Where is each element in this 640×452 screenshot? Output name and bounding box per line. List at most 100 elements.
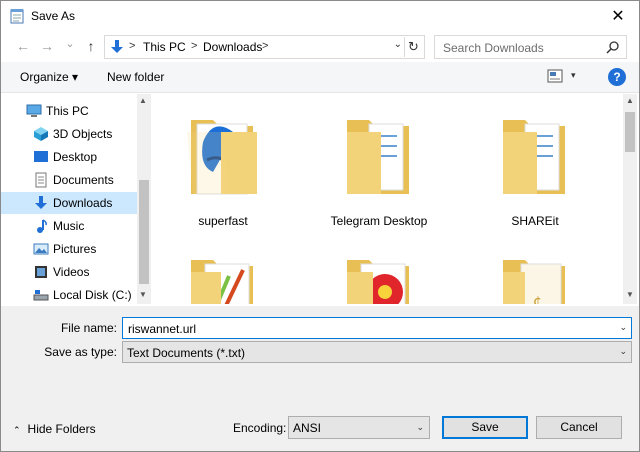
refresh-icon[interactable]: ↻ [404, 37, 422, 57]
computer-icon [26, 104, 42, 117]
search-icon [606, 41, 619, 54]
chevron-down-icon[interactable]: ⌄ [619, 346, 627, 357]
address-bar[interactable]: > This PC > Downloads > ⌄ ↻ [104, 35, 425, 59]
folder-icon [503, 120, 565, 194]
sidebar-item-videos[interactable]: Videos [1, 261, 137, 283]
breadcrumb-this-pc[interactable]: This PC [143, 40, 186, 54]
up-icon[interactable]: ↑ [82, 38, 100, 54]
hide-folders-label: Hide Folders [27, 422, 96, 436]
sidebar-item-label: This PC [46, 104, 89, 118]
folder-item[interactable] [153, 234, 293, 304]
breadcrumb-downloads[interactable]: Downloads [203, 40, 262, 54]
sidebar-item-label: Desktop [53, 150, 98, 164]
cancel-button[interactable]: Cancel [536, 416, 622, 439]
folder-label: Telegram Desktop [330, 214, 428, 228]
folder-icon [187, 120, 257, 195]
address-row: ← → ⌄ ↑ > This PC > Downloads > ⌄ ↻ Sear… [1, 32, 639, 60]
save-as-dialog: Save As ✕ ← → ⌄ ↑ > This PC > Downloads … [0, 0, 640, 452]
encoding-label: Encoding: [233, 421, 287, 435]
sidebar-item-label: Documents [53, 173, 114, 187]
encoding-select[interactable]: ANSI ⌄ [288, 416, 430, 439]
folder-icon: ¢ [503, 260, 565, 304]
save-form: File name: riswannet.url ⌄ Save as type:… [1, 306, 639, 406]
forward-icon[interactable]: → [38, 38, 56, 54]
breadcrumb-separator: > [262, 40, 269, 52]
file-name-label: File name: [60, 321, 117, 335]
sidebar-item-documents[interactable]: Documents [1, 169, 137, 191]
sidebar-item-label: Pictures [53, 242, 97, 256]
save-as-type-label: Save as type: [44, 345, 117, 359]
sidebar-item-downloads[interactable]: Downloads [1, 192, 137, 214]
view-options-icon[interactable] [547, 69, 563, 83]
breadcrumb-separator: > [191, 40, 198, 52]
cube-icon [34, 127, 48, 141]
folder-item-telegram-desktop[interactable]: Telegram Desktop [309, 94, 449, 234]
title-bar: Save As ✕ [1, 1, 639, 32]
scrollbar-thumb[interactable] [625, 112, 635, 152]
sidebar-item-pictures[interactable]: Pictures [1, 238, 137, 260]
file-name-input[interactable]: riswannet.url ⌄ [122, 317, 632, 339]
scroll-up-icon[interactable]: ▲ [626, 96, 634, 105]
hide-folders-button[interactable]: ⌃ Hide Folders [13, 422, 96, 436]
save-as-type-select[interactable]: Text Documents (*.txt) ⌄ [122, 341, 632, 363]
folder-item[interactable]: ¢ [465, 234, 605, 304]
folder-item[interactable] [309, 234, 449, 304]
new-folder-button[interactable]: New folder [107, 70, 164, 84]
search-placeholder: Search Downloads [443, 41, 544, 55]
folder-item-superfast[interactable]: superfast [153, 94, 293, 234]
videos-icon [35, 266, 47, 278]
save-button[interactable]: Save [442, 416, 528, 439]
back-icon[interactable]: ← [14, 38, 32, 54]
folder-icon [191, 260, 253, 304]
document-icon [35, 172, 47, 188]
download-icon [35, 196, 47, 209]
pictures-icon [33, 243, 49, 255]
sidebar-item-label: 3D Objects [53, 127, 113, 141]
search-input[interactable]: Search Downloads [434, 35, 627, 59]
desktop-icon [34, 151, 48, 162]
recent-locations-icon[interactable]: ⌄ [61, 36, 79, 52]
navigation-pane: This PC 3D Objects Desktop Documents Dow… [1, 94, 151, 304]
chevron-up-icon: ⌃ [13, 425, 21, 435]
scrollbar-thumb[interactable] [139, 180, 149, 284]
sidebar-item-label: Videos [53, 265, 90, 279]
content-scrollbar[interactable]: ▲ ▼ [623, 94, 637, 304]
scroll-up-icon[interactable]: ▲ [139, 96, 147, 105]
encoding-value: ANSI [293, 421, 322, 435]
breadcrumb-separator: > [129, 40, 136, 52]
view-dropdown-icon[interactable]: ▾ [571, 70, 576, 81]
scroll-down-icon[interactable]: ▼ [626, 290, 634, 299]
sidebar-item-desktop[interactable]: Desktop [1, 146, 137, 168]
address-dropdown-icon[interactable]: ⌄ [394, 39, 402, 50]
sidebar-item-this-pc[interactable]: This PC [1, 100, 137, 122]
sidebar-item-music[interactable]: Music [1, 215, 137, 237]
folder-icon [347, 260, 409, 304]
file-name-value: riswannet.url [128, 322, 197, 336]
dialog-footer: ⌃ Hide Folders Encoding: ANSI ⌄ Save Canc… [1, 406, 639, 451]
window-title: Save As [31, 9, 76, 23]
disk-icon [33, 290, 49, 301]
close-icon[interactable]: ✕ [603, 3, 633, 29]
file-list: superfast Telegram Desktop SHAREit ¢ [153, 94, 625, 304]
sidebar-item-3d-objects[interactable]: 3D Objects [1, 123, 137, 145]
scroll-down-icon[interactable]: ▼ [139, 290, 147, 299]
folder-item-shareit[interactable]: SHAREit [465, 94, 605, 234]
navigation-scrollbar[interactable]: ▲ ▼ [137, 94, 151, 304]
help-icon[interactable]: ? [608, 68, 626, 86]
sidebar-item-local-disk[interactable]: Local Disk (C:) [1, 284, 137, 306]
folder-label: SHAREit [511, 214, 559, 228]
download-icon [111, 40, 123, 53]
svg-text:¢: ¢ [533, 294, 542, 304]
sidebar-item-label: Downloads [53, 196, 113, 210]
folder-icon [347, 120, 409, 194]
notepad-icon [10, 9, 24, 24]
music-icon [37, 219, 47, 233]
chevron-down-icon[interactable]: ⌄ [619, 322, 627, 333]
save-as-type-value: Text Documents (*.txt) [127, 346, 246, 360]
sidebar-item-label: Music [53, 219, 85, 233]
organize-button[interactable]: Organize ▾ [20, 70, 78, 84]
chevron-down-icon[interactable]: ⌄ [416, 422, 424, 433]
folder-label: superfast [198, 214, 248, 228]
command-bar: Organize ▾ New folder ▾ ? [1, 62, 639, 93]
sidebar-item-label: Local Disk (C:) [53, 288, 132, 302]
